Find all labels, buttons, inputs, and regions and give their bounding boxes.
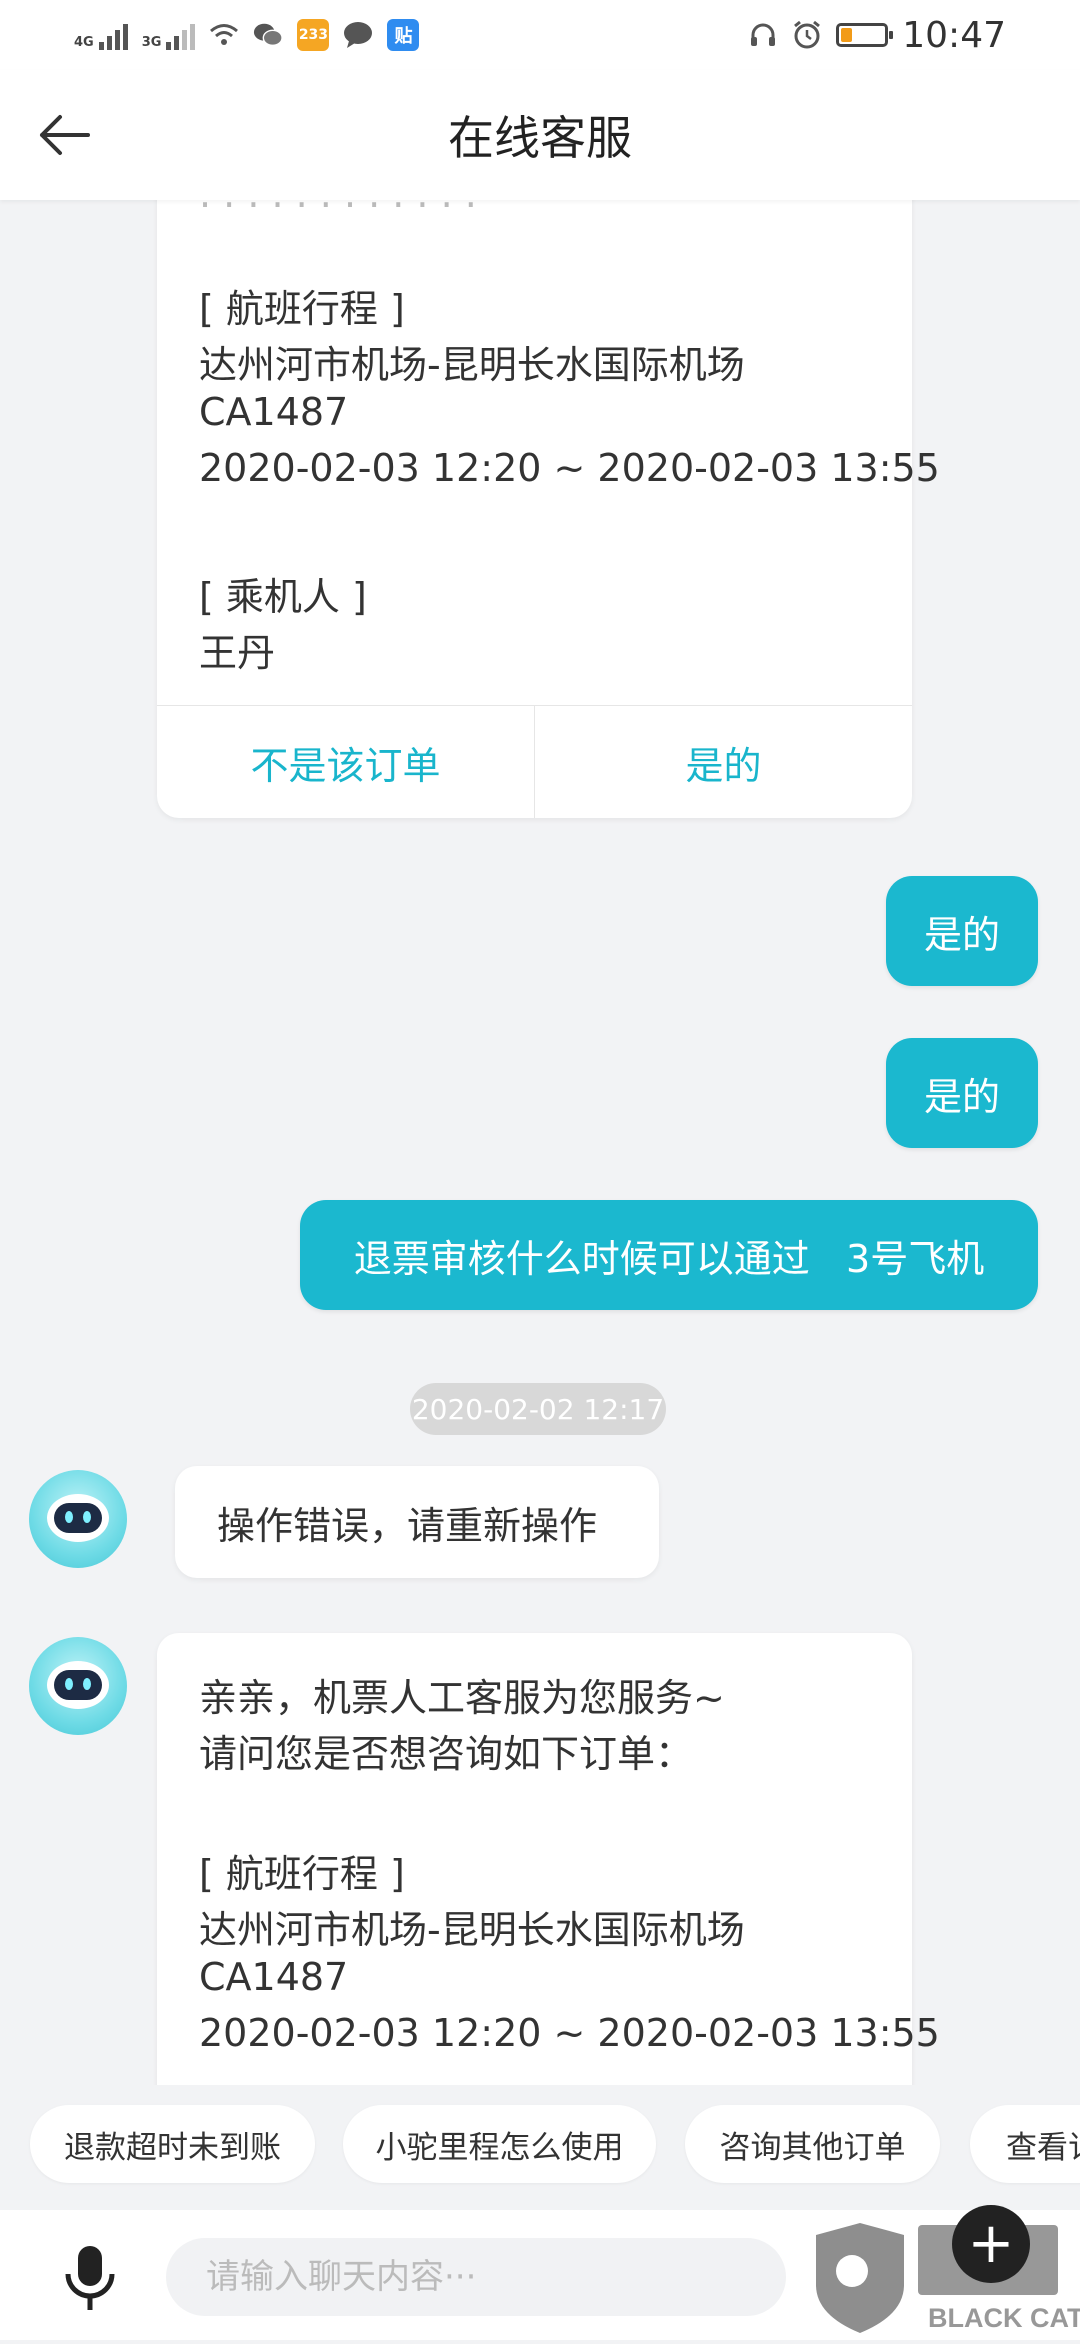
signal-icon-2: 3G: [142, 20, 196, 50]
bot-avatar: [29, 1470, 127, 1568]
flight-number: CA1487: [199, 390, 349, 434]
status-right: 10:47: [748, 15, 1006, 56]
wifi-icon: [209, 20, 239, 50]
app-233-icon: 233: [297, 19, 330, 51]
chat-area[interactable]: · · · · · · · · · · · · [ 航班行程 ] 达州河市机场-…: [0, 200, 1080, 2085]
not-this-order-button[interactable]: 不是该订单: [157, 706, 534, 818]
timestamp-pill: 2020-02-02 12:17: [410, 1383, 666, 1435]
flight-time: 2020-02-03 12:20 ~ 2020-02-03 13:55: [199, 2011, 940, 2055]
plus-icon[interactable]: +: [952, 2205, 1030, 2283]
question-text: 请问您是否想咨询如下订单：: [199, 1732, 694, 1776]
black-cat-watermark: BLACK CAT: [808, 2215, 1080, 2340]
bot-message-text: 操作错误，请重新操作: [217, 1503, 598, 1548]
section-route-label: [ 航班行程 ]: [199, 287, 405, 331]
tieba-icon: 贴: [387, 19, 420, 51]
user-message: 是的: [886, 876, 1038, 986]
quick-reply-chip[interactable]: 查看订: [970, 2105, 1080, 2183]
status-left: 4G 3G 233 贴: [74, 19, 420, 51]
clock-time: 10:47: [902, 14, 1006, 56]
section-route-label: [ 航班行程 ]: [199, 1852, 405, 1896]
battery-icon: [836, 23, 894, 47]
bot-avatar: [29, 1637, 127, 1735]
signal-icon-1: 4G: [74, 20, 128, 50]
order-card-actions: 不是该订单 是的: [157, 705, 912, 818]
microphone-icon[interactable]: [50, 2238, 130, 2318]
quick-reply-bar: 退款超时未到账 小驼里程怎么使用 咨询其他订单 查看订: [0, 2085, 1080, 2205]
quick-reply-chip[interactable]: 小驼里程怎么使用: [343, 2105, 656, 2183]
watermark-text: BLACK CAT: [928, 2303, 1080, 2333]
confirm-order-button[interactable]: 是的: [534, 706, 912, 818]
flight-number: CA1487: [199, 1955, 349, 1999]
flight-time: 2020-02-03 12:20 ~ 2020-02-03 13:55: [199, 446, 940, 490]
route-text: 达州河市机场-昆明长水国际机场: [199, 343, 745, 387]
app-header: 在线客服: [0, 70, 1080, 200]
clipped-line: · · · · · · · · · · · ·: [199, 200, 477, 222]
status-bar: 4G 3G 233 贴 10:47: [0, 0, 1080, 70]
network-type-2: 3G: [141, 35, 162, 50]
passenger-name: 王丹: [199, 631, 276, 675]
quick-reply-chip[interactable]: 咨询其他订单: [685, 2105, 940, 2183]
chat-input[interactable]: [166, 2238, 786, 2316]
user-message: 退票审核什么时候可以通过 3号飞机: [300, 1200, 1038, 1310]
order-card-top: · · · · · · · · · · · · [ 航班行程 ] 达州河市机场-…: [157, 200, 940, 818]
network-type-1: 4G: [74, 35, 94, 50]
back-arrow-icon[interactable]: [34, 105, 94, 165]
order-card-bottom: 亲亲，机票人工客服为您服务~ 请问您是否想咨询如下订单： [ 航班行程 ] 达州…: [157, 1633, 940, 2085]
route-text: 达州河市机场-昆明长水国际机场: [199, 1908, 745, 1952]
quick-reply-chip[interactable]: 退款超时未到账: [30, 2105, 315, 2183]
headset-icon: [748, 20, 778, 50]
greeting-text: 亲亲，机票人工客服为您服务~: [199, 1676, 725, 1720]
page-title: 在线客服: [448, 111, 632, 165]
wechat-icon: [253, 20, 284, 50]
bot-message: 操作错误，请重新操作: [175, 1466, 659, 1578]
message-icon: [343, 20, 373, 50]
user-message: 是的: [886, 1038, 1038, 1148]
section-passenger-label: [ 乘机人 ]: [199, 575, 367, 619]
alarm-icon: [792, 20, 822, 50]
